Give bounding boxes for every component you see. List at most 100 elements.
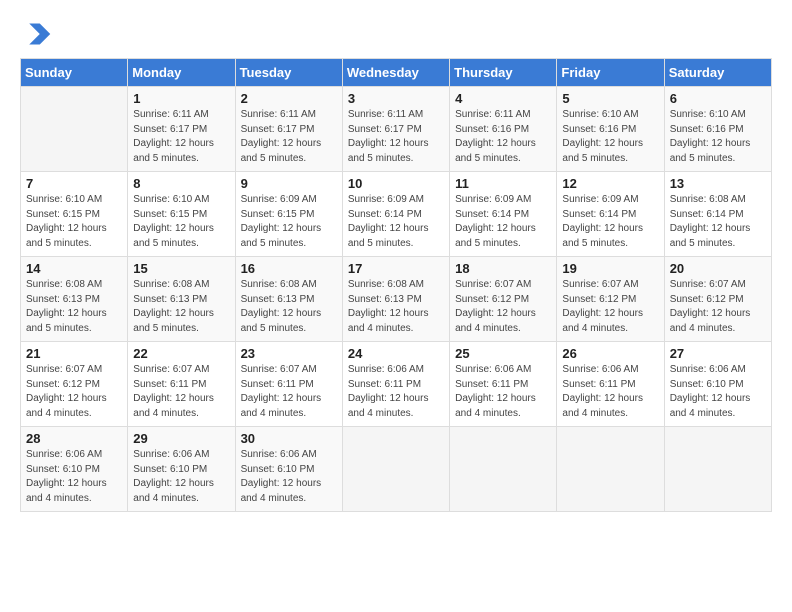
calendar-cell: 28 Sunrise: 6:06 AM Sunset: 6:10 PM Dayli… [21, 427, 128, 512]
calendar-cell: 6 Sunrise: 6:10 AM Sunset: 6:16 PM Daylig… [664, 87, 771, 172]
day-info: Sunrise: 6:08 AM Sunset: 6:13 PM Dayligh… [241, 278, 337, 336]
calendar-cell [450, 427, 557, 512]
day-number: 6 [670, 91, 766, 106]
calendar-cell: 29 Sunrise: 6:06 AM Sunset: 6:10 PM Dayli… [128, 427, 235, 512]
calendar-cell: 27 Sunrise: 6:06 AM Sunset: 6:10 PM Dayli… [664, 342, 771, 427]
weekday-header-monday: Monday [128, 59, 235, 87]
calendar-cell: 8 Sunrise: 6:10 AM Sunset: 6:15 PM Daylig… [128, 172, 235, 257]
day-info: Sunrise: 6:07 AM Sunset: 6:12 PM Dayligh… [670, 278, 766, 336]
calendar-week-row: 21Sunrise: 6:07 AM Sunset: 6:12 PM Dayli… [21, 342, 772, 427]
calendar-cell: 2 Sunrise: 6:11 AM Sunset: 6:17 PM Daylig… [235, 87, 342, 172]
weekday-header-tuesday: Tuesday [235, 59, 342, 87]
calendar-week-row: 28 Sunrise: 6:06 AM Sunset: 6:10 PM Dayli… [21, 427, 772, 512]
day-number: 22 [133, 346, 229, 361]
day-info: Sunrise: 6:06 AM Sunset: 6:10 PM Dayligh… [26, 448, 122, 506]
day-info: Sunrise: 6:07 AM Sunset: 6:11 PM Dayligh… [241, 363, 337, 421]
calendar-cell: 18 Sunrise: 6:07 AM Sunset: 6:12 PM Dayli… [450, 257, 557, 342]
day-number: 17 [348, 261, 444, 276]
day-number: 19 [562, 261, 658, 276]
day-number: 1 [133, 91, 229, 106]
day-number: 14 [26, 261, 122, 276]
day-info: Sunrise: 6:11 AM Sunset: 6:17 PM Dayligh… [348, 108, 444, 166]
day-number: 23 [241, 346, 337, 361]
page-header [20, 20, 772, 48]
day-number: 11 [455, 176, 551, 191]
calendar-cell: 3Sunrise: 6:11 AM Sunset: 6:17 PM Daylig… [342, 87, 449, 172]
calendar-cell: 21Sunrise: 6:07 AM Sunset: 6:12 PM Dayli… [21, 342, 128, 427]
calendar-week-row: 1 Sunrise: 6:11 AM Sunset: 6:17 PM Daylig… [21, 87, 772, 172]
day-number: 2 [241, 91, 337, 106]
day-info: Sunrise: 6:07 AM Sunset: 6:12 PM Dayligh… [562, 278, 658, 336]
calendar-cell: 15Sunrise: 6:08 AM Sunset: 6:13 PM Dayli… [128, 257, 235, 342]
calendar-cell: 17 Sunrise: 6:08 AM Sunset: 6:13 PM Dayli… [342, 257, 449, 342]
calendar-cell: 30Sunrise: 6:06 AM Sunset: 6:10 PM Dayli… [235, 427, 342, 512]
calendar-cell: 20 Sunrise: 6:07 AM Sunset: 6:12 PM Dayli… [664, 257, 771, 342]
day-number: 25 [455, 346, 551, 361]
day-info: Sunrise: 6:09 AM Sunset: 6:14 PM Dayligh… [455, 193, 551, 251]
calendar-cell: 14 Sunrise: 6:08 AM Sunset: 6:13 PM Dayli… [21, 257, 128, 342]
day-number: 24 [348, 346, 444, 361]
calendar-cell: 11 Sunrise: 6:09 AM Sunset: 6:14 PM Dayli… [450, 172, 557, 257]
calendar-cell: 4 Sunrise: 6:11 AM Sunset: 6:16 PM Daylig… [450, 87, 557, 172]
calendar-cell: 13 Sunrise: 6:08 AM Sunset: 6:14 PM Dayli… [664, 172, 771, 257]
day-number: 20 [670, 261, 766, 276]
day-number: 29 [133, 431, 229, 446]
day-number: 13 [670, 176, 766, 191]
day-number: 16 [241, 261, 337, 276]
day-number: 26 [562, 346, 658, 361]
day-info: Sunrise: 6:10 AM Sunset: 6:15 PM Dayligh… [26, 193, 122, 251]
calendar-cell: 9 Sunrise: 6:09 AM Sunset: 6:15 PM Daylig… [235, 172, 342, 257]
calendar-cell: 19 Sunrise: 6:07 AM Sunset: 6:12 PM Dayli… [557, 257, 664, 342]
day-number: 8 [133, 176, 229, 191]
day-info: Sunrise: 6:08 AM Sunset: 6:13 PM Dayligh… [133, 278, 229, 336]
day-number: 5 [562, 91, 658, 106]
day-number: 7 [26, 176, 122, 191]
day-info: Sunrise: 6:08 AM Sunset: 6:13 PM Dayligh… [348, 278, 444, 336]
calendar-cell [21, 87, 128, 172]
day-info: Sunrise: 6:07 AM Sunset: 6:12 PM Dayligh… [26, 363, 122, 421]
day-info: Sunrise: 6:11 AM Sunset: 6:16 PM Dayligh… [455, 108, 551, 166]
day-number: 30 [241, 431, 337, 446]
day-number: 12 [562, 176, 658, 191]
calendar-cell: 24 Sunrise: 6:06 AM Sunset: 6:11 PM Dayli… [342, 342, 449, 427]
calendar-cell: 12 Sunrise: 6:09 AM Sunset: 6:14 PM Dayli… [557, 172, 664, 257]
calendar-cell [664, 427, 771, 512]
day-number: 10 [348, 176, 444, 191]
day-info: Sunrise: 6:10 AM Sunset: 6:16 PM Dayligh… [562, 108, 658, 166]
calendar-cell [342, 427, 449, 512]
day-info: Sunrise: 6:08 AM Sunset: 6:13 PM Dayligh… [26, 278, 122, 336]
day-info: Sunrise: 6:11 AM Sunset: 6:17 PM Dayligh… [133, 108, 229, 166]
calendar-cell [557, 427, 664, 512]
calendar-cell: 22 Sunrise: 6:07 AM Sunset: 6:11 PM Dayli… [128, 342, 235, 427]
weekday-header-saturday: Saturday [664, 59, 771, 87]
day-info: Sunrise: 6:06 AM Sunset: 6:10 PM Dayligh… [670, 363, 766, 421]
day-info: Sunrise: 6:11 AM Sunset: 6:17 PM Dayligh… [241, 108, 337, 166]
day-number: 18 [455, 261, 551, 276]
calendar-week-row: 14 Sunrise: 6:08 AM Sunset: 6:13 PM Dayli… [21, 257, 772, 342]
day-info: Sunrise: 6:07 AM Sunset: 6:12 PM Dayligh… [455, 278, 551, 336]
day-info: Sunrise: 6:08 AM Sunset: 6:14 PM Dayligh… [670, 193, 766, 251]
day-info: Sunrise: 6:06 AM Sunset: 6:11 PM Dayligh… [455, 363, 551, 421]
day-info: Sunrise: 6:10 AM Sunset: 6:16 PM Dayligh… [670, 108, 766, 166]
calendar-cell: 25 Sunrise: 6:06 AM Sunset: 6:11 PM Dayli… [450, 342, 557, 427]
day-number: 4 [455, 91, 551, 106]
day-info: Sunrise: 6:06 AM Sunset: 6:10 PM Dayligh… [133, 448, 229, 506]
logo [20, 20, 52, 48]
calendar-week-row: 7 Sunrise: 6:10 AM Sunset: 6:15 PM Daylig… [21, 172, 772, 257]
day-number: 28 [26, 431, 122, 446]
day-number: 9 [241, 176, 337, 191]
weekday-header-friday: Friday [557, 59, 664, 87]
day-info: Sunrise: 6:10 AM Sunset: 6:15 PM Dayligh… [133, 193, 229, 251]
day-info: Sunrise: 6:09 AM Sunset: 6:15 PM Dayligh… [241, 193, 337, 251]
calendar-cell: 7 Sunrise: 6:10 AM Sunset: 6:15 PM Daylig… [21, 172, 128, 257]
calendar-cell: 1 Sunrise: 6:11 AM Sunset: 6:17 PM Daylig… [128, 87, 235, 172]
day-info: Sunrise: 6:06 AM Sunset: 6:11 PM Dayligh… [348, 363, 444, 421]
calendar-cell: 10 Sunrise: 6:09 AM Sunset: 6:14 PM Dayli… [342, 172, 449, 257]
day-info: Sunrise: 6:06 AM Sunset: 6:11 PM Dayligh… [562, 363, 658, 421]
day-info: Sunrise: 6:07 AM Sunset: 6:11 PM Dayligh… [133, 363, 229, 421]
day-info: Sunrise: 6:09 AM Sunset: 6:14 PM Dayligh… [348, 193, 444, 251]
day-number: 27 [670, 346, 766, 361]
day-info: Sunrise: 6:09 AM Sunset: 6:14 PM Dayligh… [562, 193, 658, 251]
calendar-table: SundayMondayTuesdayWednesdayThursdayFrid… [20, 58, 772, 512]
weekday-header-sunday: Sunday [21, 59, 128, 87]
